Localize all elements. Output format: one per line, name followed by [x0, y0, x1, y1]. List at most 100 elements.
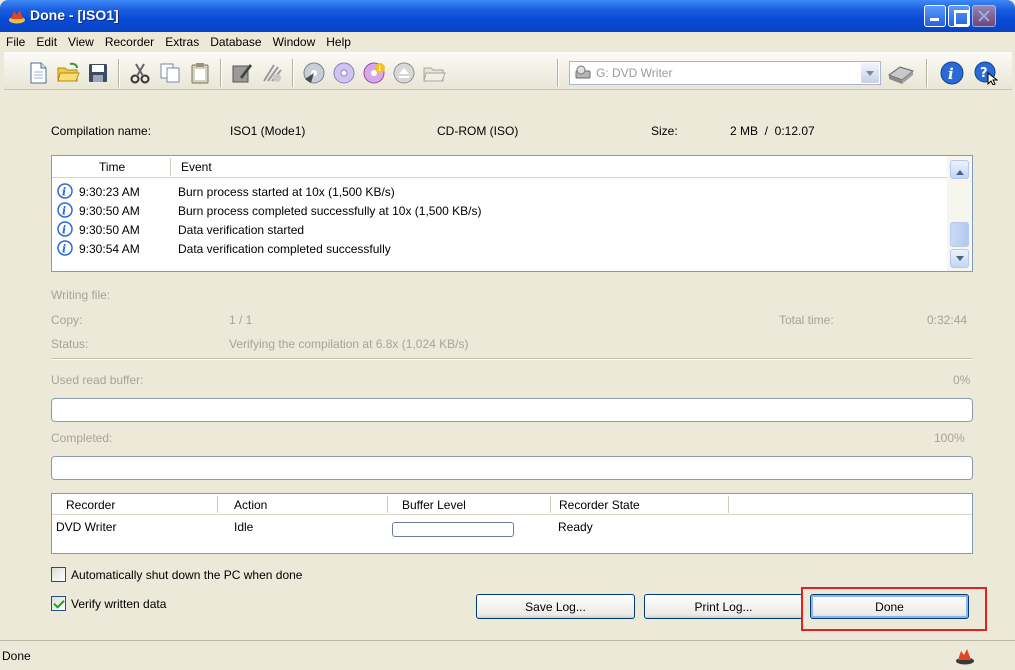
event-log[interactable]: Time Event i 9:30:23 AM Burn process sta…	[51, 155, 973, 272]
column-recorder-state[interactable]: Recorder State	[559, 498, 640, 512]
log-row[interactable]: i 9:30:23 AM Burn process started at 10x…	[52, 182, 947, 201]
save-icon[interactable]	[86, 61, 110, 85]
compilation-type: CD-ROM (ISO)	[437, 124, 519, 138]
folder-icon[interactable]	[422, 61, 446, 85]
verify-checkbox[interactable]	[51, 596, 66, 611]
column-divider[interactable]	[728, 496, 729, 513]
app-icon	[9, 10, 25, 24]
svg-text:?: ?	[980, 66, 988, 81]
compilation-name-value: ISO1 (Mode1)	[230, 124, 306, 138]
menu-database[interactable]: Database	[204, 32, 266, 49]
disc-icon[interactable]	[332, 61, 356, 85]
recorder-action: Idle	[234, 520, 254, 534]
drive-select[interactable]: G: DVD Writer	[569, 61, 881, 85]
disc-info-icon[interactable]: i	[362, 61, 386, 85]
maximize-button[interactable]	[948, 5, 970, 27]
column-divider[interactable]	[217, 496, 218, 513]
svg-text:i: i	[378, 65, 380, 73]
recorder-table[interactable]: Recorder Action Buffer Level Recorder St…	[51, 493, 973, 554]
paste-icon[interactable]	[188, 61, 212, 85]
log-event: Data verification completed successfully	[178, 242, 391, 256]
column-divider[interactable]	[387, 496, 388, 513]
svg-text:i: i	[62, 243, 66, 256]
menu-extras[interactable]: Extras	[159, 32, 204, 49]
log-time: 9:30:50 AM	[79, 204, 140, 218]
chevron-down-icon[interactable]	[861, 63, 879, 83]
title-bar[interactable]: Done - [ISO1]	[0, 0, 1015, 32]
info-icon: i	[57, 240, 73, 256]
completed-bar	[51, 456, 973, 480]
recorder-table-header: Recorder Action Buffer Level Recorder St…	[52, 494, 972, 515]
column-divider[interactable]	[550, 496, 551, 513]
info-icon: i	[57, 183, 73, 199]
total-time-value: 0:32:44	[927, 313, 968, 327]
edit-icon[interactable]	[230, 61, 254, 85]
divider	[51, 358, 973, 360]
print-log-button[interactable]: Print Log...	[644, 594, 803, 619]
erase-icon[interactable]	[260, 61, 284, 85]
drive-select-value: G: DVD Writer	[596, 66, 673, 80]
column-divider[interactable]	[170, 158, 171, 176]
log-scrollbar[interactable]	[947, 156, 972, 271]
column-action[interactable]: Action	[234, 498, 267, 512]
minimize-button[interactable]	[924, 5, 946, 27]
buffer-level-bar	[392, 522, 514, 537]
cut-icon[interactable]	[128, 61, 152, 85]
menu-view[interactable]: View	[62, 32, 99, 49]
writing-file-label: Writing file:	[51, 288, 111, 302]
used-read-buffer-label: Used read buffer:	[51, 373, 144, 387]
info-icon[interactable]: i	[940, 61, 964, 85]
help-icon[interactable]: ?	[974, 61, 998, 85]
save-log-button[interactable]: Save Log...	[476, 594, 635, 619]
copy-value: 1 / 1	[229, 313, 253, 327]
scroll-down-button[interactable]	[950, 249, 969, 268]
open-icon[interactable]	[56, 61, 80, 85]
new-icon[interactable]	[26, 61, 50, 85]
info-icon: i	[57, 221, 73, 237]
menu-edit[interactable]: Edit	[30, 32, 62, 49]
toolbar-separator	[926, 59, 928, 87]
status-bar: Done	[0, 640, 1015, 670]
menu-window[interactable]: Window	[267, 32, 321, 49]
completed-label: Completed:	[51, 431, 113, 445]
used-read-buffer-value: 0%	[953, 373, 971, 387]
toolbar-separator	[557, 59, 559, 87]
svg-text:i: i	[948, 65, 954, 83]
shutdown-label[interactable]: Automatically shut down the PC when done	[71, 568, 302, 582]
recorder-icon[interactable]	[886, 61, 916, 85]
size-value: 2 MB / 0:12.07	[730, 124, 815, 138]
svg-text:i: i	[62, 186, 66, 199]
verify-label[interactable]: Verify written data	[71, 597, 166, 611]
toolbar-separator	[220, 59, 222, 87]
drive-icon	[575, 65, 591, 79]
log-row[interactable]: i 9:30:50 AM Burn process completed succ…	[52, 201, 947, 220]
log-row[interactable]: i 9:30:54 AM Data verification completed…	[52, 239, 947, 258]
menu-bar: File Edit View Recorder Extras Database Window…	[0, 32, 1015, 52]
shutdown-checkbox[interactable]	[51, 567, 66, 582]
info-icon: i	[57, 202, 73, 218]
toolbar: i G: DVD Writer i ?	[4, 52, 1012, 90]
log-time: 9:30:50 AM	[79, 223, 140, 237]
log-time: 9:30:23 AM	[79, 185, 140, 199]
scroll-thumb[interactable]	[950, 222, 969, 247]
menu-file[interactable]: File	[0, 32, 30, 49]
log-event: Burn process completed successfully at 1…	[178, 204, 482, 218]
menu-help[interactable]: Help	[320, 32, 356, 49]
column-recorder[interactable]: Recorder	[66, 498, 115, 512]
eject-icon[interactable]	[392, 61, 416, 85]
scroll-up-button[interactable]	[950, 160, 969, 179]
copy-icon[interactable]	[158, 61, 182, 85]
menu-recorder[interactable]: Recorder	[99, 32, 159, 49]
event-log-header: Time Event	[52, 156, 952, 178]
column-buffer-level[interactable]: Buffer Level	[402, 498, 466, 512]
column-time[interactable]: Time	[99, 160, 125, 174]
burn-icon[interactable]	[302, 61, 326, 85]
status-bar-text: Done	[2, 649, 31, 663]
toolbar-separator	[292, 59, 294, 87]
status-label: Status:	[51, 337, 89, 351]
log-row[interactable]: i 9:30:50 AM Data verification started	[52, 220, 947, 239]
compilation-name-label: Compilation name:	[51, 124, 152, 138]
column-event[interactable]: Event	[181, 160, 212, 174]
total-time-label: Total time:	[779, 313, 834, 327]
close-button[interactable]	[972, 5, 996, 27]
